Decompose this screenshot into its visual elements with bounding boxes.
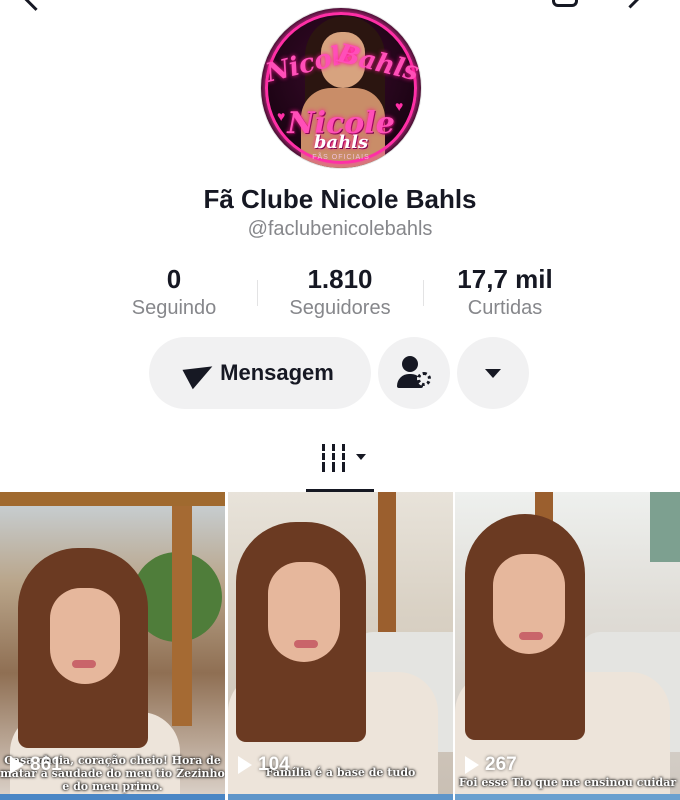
stat-divider (423, 280, 424, 306)
stat-following[interactable]: 0 Seguindo (94, 264, 254, 322)
more-options-button[interactable] (457, 337, 529, 409)
view-count-value: 267 (485, 754, 517, 775)
stat-likes-value: 17,7 mil (457, 264, 553, 294)
play-icon (238, 756, 252, 774)
tab-dropdown-icon (356, 454, 366, 460)
person-settings-icon (397, 356, 431, 390)
stat-followers-value: 1.810 (307, 264, 373, 294)
notification-icon[interactable] (552, 0, 578, 7)
avatar-logo-secondary: bahls (313, 132, 369, 153)
view-count: 267 (465, 754, 517, 776)
stat-following-value: 0 (166, 264, 182, 294)
content-tab-bar (0, 436, 680, 492)
video-caption: Foi esse Tio que me ensinou cuidar (458, 776, 677, 789)
view-count-value: 104 (258, 754, 290, 775)
video-thumbnail[interactable]: Família é a base de tudo 104 (228, 492, 453, 794)
stat-divider (257, 280, 258, 306)
stat-likes[interactable]: 17,7 mil Curtidas (425, 264, 585, 322)
person-settings-button[interactable] (378, 337, 450, 409)
profile-name: Fã Clube Nicole Bahls (203, 184, 477, 214)
video-thumbnail[interactable]: Foi esse Tio que me ensinou cuidar 267 (455, 492, 680, 794)
video-grid: Casa cheia, coração cheio! Hora de matar… (0, 492, 680, 800)
message-button[interactable]: Mensagem (149, 337, 371, 409)
avatar-logo-sub: FÃS OFICIAIS (312, 154, 370, 161)
view-count-value: 861 (30, 754, 62, 775)
share-icon[interactable] (618, 0, 643, 9)
view-count: 861 (10, 754, 62, 776)
stat-likes-label: Curtidas (467, 297, 543, 319)
video-thumbnail[interactable]: Casa cheia, coração cheio! Hora de matar… (0, 492, 225, 794)
profile-username: @faclubenicolebahls (247, 218, 433, 240)
message-button-label: Mensagem (220, 360, 334, 385)
view-count: 104 (238, 754, 290, 776)
play-icon (465, 756, 479, 774)
play-icon (10, 756, 24, 774)
stat-followers-label: Seguidores (289, 297, 391, 319)
tab-videos-grid[interactable] (306, 436, 374, 492)
avatar[interactable]: Nicole Bahls ♥ ♥ Nicole bahls FÃS OFICIA… (261, 8, 421, 168)
caret-down-icon (485, 368, 501, 378)
back-icon[interactable] (22, 0, 49, 11)
stat-following-label: Seguindo (131, 297, 217, 319)
send-icon (182, 356, 218, 390)
stat-followers[interactable]: 1.810 Seguidores (260, 264, 420, 322)
